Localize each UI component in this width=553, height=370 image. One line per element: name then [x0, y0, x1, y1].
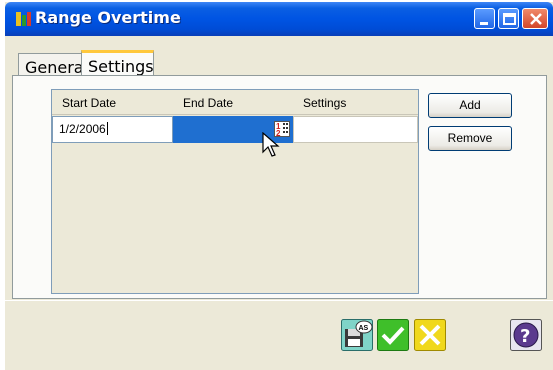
maximize-icon — [503, 13, 516, 25]
help-icon[interactable]: ? — [510, 319, 542, 351]
save-as-icon[interactable]: AS — [341, 319, 373, 351]
dialog-window: Range Overtime General Settings Start Da… — [5, 2, 553, 370]
remove-button[interactable]: Remove — [428, 126, 512, 151]
grid-header: Start Date End Date Settings — [52, 90, 418, 115]
title-bar[interactable]: Range Overtime — [5, 2, 553, 36]
window-title: Range Overtime — [35, 8, 181, 27]
start-date-value: 1/2/2006 — [59, 122, 106, 136]
column-header-settings[interactable]: Settings — [303, 96, 346, 110]
settings-cell[interactable] — [293, 116, 418, 143]
column-header-start-date[interactable]: Start Date — [62, 96, 116, 110]
minimize-button[interactable] — [474, 8, 495, 29]
close-button[interactable] — [522, 8, 548, 29]
svg-text:?: ? — [520, 326, 530, 347]
cancel-x-icon[interactable] — [414, 319, 446, 351]
close-icon — [530, 13, 542, 25]
start-date-cell[interactable]: 1/2/2006 — [52, 116, 173, 143]
checkmark-icon[interactable] — [377, 319, 409, 351]
mouse-pointer-icon — [262, 132, 280, 157]
table-row[interactable]: 1/2/2006 1 2 — [52, 116, 418, 143]
dialog-button-bar — [5, 300, 553, 370]
date-range-grid[interactable]: Start Date End Date Settings 1/2/2006 1 … — [51, 89, 419, 294]
text-caret — [106, 122, 108, 135]
maximize-button[interactable] — [498, 8, 519, 29]
column-header-end-date[interactable]: End Date — [183, 96, 233, 110]
minimize-icon — [480, 22, 488, 25]
add-button[interactable]: Add — [428, 93, 512, 118]
svg-text:AS: AS — [359, 325, 369, 332]
app-icon — [16, 12, 31, 26]
